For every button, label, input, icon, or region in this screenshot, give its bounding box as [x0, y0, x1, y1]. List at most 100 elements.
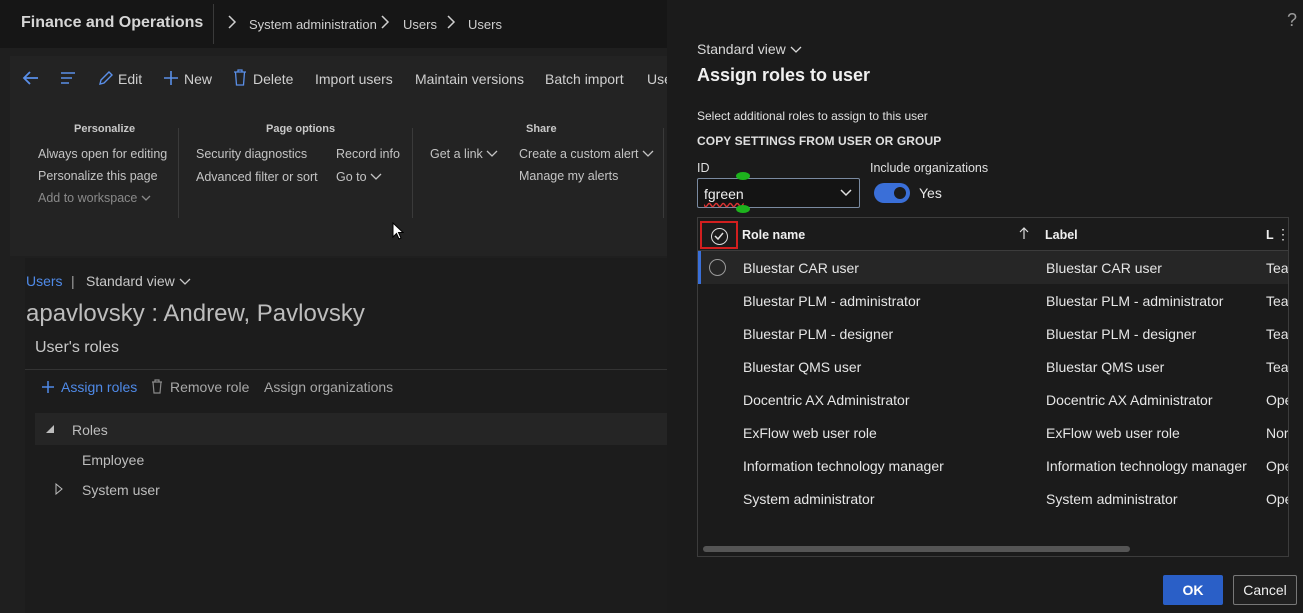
users-link[interactable]: Users — [26, 273, 63, 289]
divider — [213, 4, 214, 44]
breadcrumb-system-administration[interactable]: System administration — [249, 17, 377, 32]
panel-view-selector[interactable]: Standard view — [697, 41, 802, 57]
maintain-versions-button[interactable]: Maintain versions — [415, 71, 524, 87]
id-combobox[interactable]: fgreen — [697, 178, 860, 208]
delete-button[interactable]: Delete — [253, 71, 293, 87]
remove-role-button[interactable]: Remove role — [170, 379, 249, 395]
chevron-down-icon[interactable] — [839, 187, 853, 199]
panel-title: Assign roles to user — [697, 65, 871, 85]
chevron-right-icon — [228, 15, 237, 29]
column-header-role-name[interactable]: Role name — [742, 228, 805, 242]
breadcrumb-users-current[interactable]: Users — [468, 17, 502, 32]
divider — [412, 128, 413, 218]
truncated-action-button[interactable]: Use — [647, 71, 667, 87]
role-name-cell: System administrator — [743, 491, 875, 507]
role-name-cell: Information technology manager — [743, 458, 944, 474]
top-navigation-bar: Finance and Operations System administra… — [0, 0, 667, 48]
label-cell: Bluestar QMS user — [1046, 359, 1165, 375]
collapse-triangle-icon[interactable] — [45, 424, 55, 434]
roles-grid: Role name Label L ⋮ Bluestar CAR user Bl… — [697, 217, 1289, 557]
assign-roles-panel: ? Standard view Assign roles to user Sel… — [667, 0, 1303, 613]
ok-button[interactable]: OK — [1163, 575, 1223, 605]
table-row[interactable]: Bluestar PLM - administrator Bluestar PL… — [698, 284, 1288, 317]
manage-my-alerts-link[interactable]: Manage my alerts — [519, 169, 618, 183]
add-to-workspace-label: Add to workspace — [38, 191, 138, 205]
select-all-checkbox[interactable] — [700, 221, 738, 249]
table-row[interactable]: Bluestar CAR user Bluestar CAR user Tea — [698, 251, 1288, 284]
get-a-link-link[interactable]: Get a link — [430, 147, 498, 161]
security-diagnostics-link[interactable]: Security diagnostics — [196, 147, 307, 161]
third-cell: Ope — [1266, 491, 1288, 507]
column-header-label[interactable]: Label — [1045, 228, 1078, 242]
label-cell: Bluestar PLM - administrator — [1046, 293, 1224, 309]
panel-description: Select additional roles to assign to thi… — [697, 109, 928, 123]
sort-ascending-icon[interactable] — [1019, 227, 1029, 240]
always-open-for-editing-link[interactable]: Always open for editing — [38, 147, 167, 161]
menu-lines-icon[interactable] — [60, 71, 76, 85]
label-cell: Information technology manager — [1046, 458, 1247, 474]
tree-root-row[interactable] — [35, 413, 667, 445]
help-button[interactable]: ? — [1287, 10, 1297, 31]
breadcrumb-users[interactable]: Users — [403, 17, 437, 32]
include-organizations-label: Include organizations — [870, 161, 989, 175]
expand-triangle-icon[interactable] — [55, 483, 63, 495]
get-a-link-label: Get a link — [430, 147, 483, 161]
tree-item-employee[interactable]: Employee — [82, 452, 144, 468]
chevron-down-icon — [141, 195, 151, 201]
table-row[interactable]: Bluestar PLM - designer Bluestar PLM - d… — [698, 317, 1288, 350]
resize-handle-top[interactable] — [736, 172, 750, 180]
edit-button[interactable]: Edit — [118, 71, 142, 87]
assign-roles-button[interactable]: Assign roles — [61, 379, 137, 395]
view-selector[interactable]: Standard view — [86, 273, 191, 289]
go-to-link[interactable]: Go to — [336, 170, 382, 184]
third-cell: Nor — [1266, 425, 1289, 441]
horizontal-scrollbar[interactable] — [703, 546, 1130, 552]
cancel-button[interactable]: Cancel — [1233, 575, 1297, 605]
back-arrow-icon[interactable] — [22, 70, 40, 86]
add-to-workspace-link[interactable]: Add to workspace — [38, 191, 151, 205]
chevron-down-icon — [486, 150, 498, 157]
label-cell: System administrator — [1046, 491, 1178, 507]
table-row[interactable]: ExFlow web user role ExFlow web user rol… — [698, 416, 1288, 449]
table-row[interactable]: Docentric AX Administrator Docentric AX … — [698, 383, 1288, 416]
resize-handle-bottom[interactable] — [736, 205, 750, 213]
pencil-icon — [99, 71, 113, 85]
more-options-icon[interactable]: ⋮ — [1276, 226, 1288, 243]
checkmark-icon — [714, 232, 724, 241]
advanced-filter-link[interactable]: Advanced filter or sort — [196, 170, 318, 184]
table-row[interactable]: Information technology manager Informati… — [698, 449, 1288, 482]
create-custom-alert-label: Create a custom alert — [519, 147, 639, 161]
id-value[interactable]: fgreen — [704, 186, 744, 202]
tree-item-roles[interactable]: Roles — [72, 422, 108, 438]
chevron-right-icon — [381, 15, 390, 29]
chevron-down-icon — [790, 46, 802, 53]
row-select-radio[interactable] — [709, 259, 726, 276]
import-users-button[interactable]: Import users — [315, 71, 393, 87]
trash-icon — [234, 69, 246, 86]
assign-organizations-button[interactable]: Assign organizations — [264, 379, 393, 395]
role-name-cell: Bluestar QMS user — [743, 359, 862, 375]
label-cell: Bluestar PLM - designer — [1046, 326, 1197, 342]
table-row[interactable]: Bluestar QMS user Bluestar QMS user Tea — [698, 350, 1288, 383]
new-button[interactable]: New — [184, 71, 212, 87]
panel-view-label: Standard view — [697, 41, 786, 57]
separator: | — [71, 273, 75, 289]
batch-import-button[interactable]: Batch import — [545, 71, 624, 87]
check-circle-icon — [711, 228, 728, 245]
role-name-cell: Bluestar CAR user — [743, 260, 859, 276]
third-cell: Tea — [1266, 260, 1289, 276]
create-custom-alert-link[interactable]: Create a custom alert — [519, 147, 654, 161]
column-header-truncated[interactable]: L — [1266, 228, 1274, 242]
section-title[interactable]: User's roles — [35, 339, 119, 357]
table-row[interactable]: System administrator System administrato… — [698, 482, 1288, 515]
record-info-link[interactable]: Record info — [336, 147, 400, 161]
tree-item-system-user[interactable]: System user — [82, 482, 160, 498]
chevron-down-icon — [370, 173, 382, 180]
personalize-this-page-link[interactable]: Personalize this page — [38, 169, 158, 183]
id-label: ID — [697, 161, 710, 175]
include-organizations-toggle[interactable] — [874, 183, 910, 203]
app-title[interactable]: Finance and Operations — [21, 14, 203, 32]
page-title: apavlovsky : Andrew, Pavlovsky — [26, 300, 365, 327]
ribbon-group-page-options: Page options — [266, 123, 336, 135]
chevron-right-icon — [447, 15, 456, 29]
